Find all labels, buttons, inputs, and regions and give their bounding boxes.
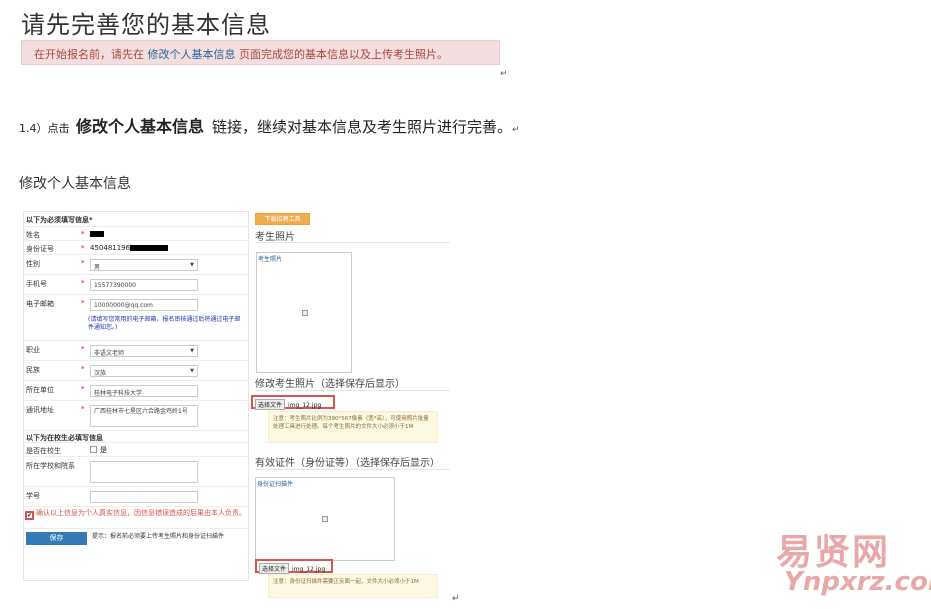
choose-file-button[interactable]: 选择文件 bbox=[255, 399, 286, 410]
job-select[interactable]: 非语文老师 ▼ bbox=[90, 345, 198, 357]
modify-photo-head: 修改考生照片（选择保存后显示） bbox=[255, 379, 405, 390]
required-star: * bbox=[81, 385, 85, 393]
step-rest: 链接，继续对基本信息及考生照片进行完善。 bbox=[212, 118, 513, 136]
save-button[interactable]: 保存 bbox=[26, 532, 87, 545]
form-row-name: 姓名 * bbox=[24, 226, 248, 240]
required-star: * bbox=[81, 244, 85, 252]
photo-head: 考生照片 bbox=[255, 232, 295, 243]
id-doc-head: 有效证件（身份证等）（选择保存后显示） bbox=[255, 458, 440, 469]
confirm-text: 确认以上信息为个人真实信息，因信息错误造成的后果由本人负责。 bbox=[36, 509, 246, 517]
required-section-head: 以下为必须填写信息* bbox=[26, 216, 93, 224]
form-row-school: 所在学校和院系 bbox=[24, 456, 248, 486]
school-label: 所在学校和院系 bbox=[26, 462, 75, 470]
form-row-gender: 性别 * 男 ▼ bbox=[24, 254, 248, 274]
address-label: 通讯地址 bbox=[26, 406, 54, 414]
gender-select[interactable]: 男 ▼ bbox=[90, 259, 198, 271]
school-textarea[interactable] bbox=[90, 461, 198, 483]
required-star: * bbox=[81, 230, 85, 238]
info-alert: 在开始报名前，请先在 修改个人基本信息 页面完成您的基本信息以及上传考生照片。 bbox=[21, 40, 500, 65]
form-row-id: 身份证号 * 450481196 bbox=[24, 240, 248, 254]
photo-file-name: img_12.jpg bbox=[288, 402, 322, 409]
id-scan-preview: 身份证扫描件 bbox=[255, 477, 395, 561]
email-label: 电子邮箱 bbox=[26, 300, 54, 308]
redacted-id bbox=[130, 245, 169, 251]
student-no-input[interactable] bbox=[90, 491, 198, 503]
form-row-student-no: 学号 bbox=[24, 486, 248, 506]
id-value: 450481196 bbox=[90, 244, 169, 252]
form-row-is-student: 是否在校生 是 bbox=[24, 442, 248, 456]
save-tip: 提示：报名前必须要上传考生照片和身份证扫描件 bbox=[92, 533, 225, 540]
watermark-en: Ynpxrz.com bbox=[784, 567, 931, 597]
is-student-label: 是否在校生 bbox=[26, 447, 61, 455]
form-row-phone: 手机号 * 15577390000 bbox=[24, 274, 248, 294]
chevron-down-icon: ▼ bbox=[190, 348, 194, 354]
form-row-address: 通讯地址 * 广西桂林市七星区六合路金鸡岭1号 bbox=[24, 400, 248, 430]
confirm-checkbox[interactable]: ✔ bbox=[25, 511, 34, 520]
org-input[interactable]: 桂林电子科技大学 bbox=[90, 385, 198, 397]
paragraph-mark: ↵ bbox=[500, 69, 508, 79]
step-instruction: 1.4）点击 修改个人基本信息 链接，继续对基本信息及考生照片进行完善。↵ bbox=[19, 113, 520, 137]
required-star: * bbox=[81, 365, 85, 373]
is-student-checkbox[interactable] bbox=[90, 446, 97, 453]
paragraph-mark: ↵ bbox=[452, 594, 460, 604]
student-section: 以下为在校生必填写信息 bbox=[24, 430, 248, 442]
alert-text-after: 页面完成您的基本信息以及上传考生照片。 bbox=[235, 48, 448, 61]
address-textarea[interactable]: 广西桂林市七星区六合路金鸡岭1号 bbox=[90, 405, 198, 427]
broken-image-icon bbox=[302, 310, 308, 316]
download-tool-button[interactable]: 下载招聘工具 bbox=[255, 213, 310, 225]
alert-link[interactable]: 修改个人基本信息 bbox=[148, 48, 236, 61]
form-row-nation: 民族 * 汉族 ▼ bbox=[24, 360, 248, 380]
phone-label: 手机号 bbox=[26, 280, 47, 288]
photo-caption: 考生照片 bbox=[258, 256, 283, 263]
step-bold-link-text: 修改个人基本信息 bbox=[76, 117, 205, 136]
alert-text-before: 在开始报名前，请先在 bbox=[34, 48, 148, 61]
broken-image-icon bbox=[322, 516, 328, 522]
redacted-name bbox=[90, 231, 104, 237]
divider bbox=[255, 390, 450, 391]
profile-form: 以下为必须填写信息* 姓名 * 身份证号 * 450481196 性别 * 男 ▼… bbox=[23, 211, 249, 581]
student-photo-preview: 考生照片 bbox=[256, 252, 352, 373]
photo-file-picker[interactable]: 选择文件 img_12.jpg bbox=[251, 395, 335, 410]
job-label: 职业 bbox=[26, 346, 40, 354]
student-no-label: 学号 bbox=[26, 492, 40, 500]
phone-input[interactable]: 15577390000 bbox=[90, 279, 198, 291]
name-value bbox=[90, 230, 104, 238]
page-title: 请先完善您的基本信息 bbox=[21, 11, 271, 39]
id-file-picker[interactable]: 选择文件 img_12.jpg bbox=[255, 559, 333, 574]
paragraph-mark: ↵ bbox=[512, 125, 520, 135]
email-input[interactable]: 10000000@qq.com bbox=[90, 299, 198, 311]
required-star: * bbox=[81, 279, 85, 287]
id-note: 注意：身份证扫描件需要正反面一起，文件大小必须小于1M bbox=[268, 574, 438, 598]
required-star: * bbox=[81, 345, 85, 353]
org-label: 所在单位 bbox=[26, 386, 54, 394]
id-file-name: img_12.jpg bbox=[292, 566, 326, 573]
nation-select[interactable]: 汉族 ▼ bbox=[90, 365, 198, 377]
required-star: * bbox=[81, 259, 85, 267]
form-row-save: 保存 提示：报名前必须要上传考生照片和身份证扫描件 bbox=[24, 528, 248, 552]
form-row-confirm: ✔ 确认以上信息为个人真实信息，因信息错误造成的后果由本人负责。 bbox=[24, 506, 248, 528]
required-star: * bbox=[81, 299, 85, 307]
form-row-org: 所在单位 * 桂林电子科技大学 bbox=[24, 380, 248, 400]
divider bbox=[255, 242, 450, 243]
nation-label: 民族 bbox=[26, 366, 40, 374]
divider bbox=[255, 469, 450, 470]
choose-file-button[interactable]: 选择文件 bbox=[259, 563, 290, 574]
required-star: * bbox=[81, 405, 85, 413]
id-scan-caption: 身份证扫描件 bbox=[257, 481, 294, 488]
photo-note: 注意：考生照片比例为390*567像素（宽*高），可使用照片批量处理工具进行处理… bbox=[268, 411, 438, 443]
form-row-job: 职业 * 非语文老师 ▼ bbox=[24, 340, 248, 360]
step-number: 1.4）点击 bbox=[19, 122, 73, 135]
photo-panel: 下载招聘工具 考生照片 考生照片 修改考生照片（选择保存后显示） 选择文件 img… bbox=[251, 211, 450, 601]
email-hint: (请填写您常用的电子邮箱，报名审核通过后将通过电子邮件通知您。) bbox=[88, 316, 241, 331]
gender-label: 性别 bbox=[26, 260, 40, 268]
is-student-option: 是 bbox=[100, 446, 107, 454]
id-label: 身份证号 bbox=[26, 245, 54, 253]
section-title: 修改个人基本信息 bbox=[19, 176, 131, 192]
chevron-down-icon: ▼ bbox=[190, 368, 194, 374]
name-label: 姓名 bbox=[26, 231, 40, 239]
form-row-email: 电子邮箱 * 10000000@qq.com (请填写您常用的电子邮箱，报名审核… bbox=[24, 294, 248, 340]
chevron-down-icon: ▼ bbox=[190, 262, 194, 268]
site-watermark: 易贤网 Ynpxrz.com bbox=[776, 523, 931, 609]
